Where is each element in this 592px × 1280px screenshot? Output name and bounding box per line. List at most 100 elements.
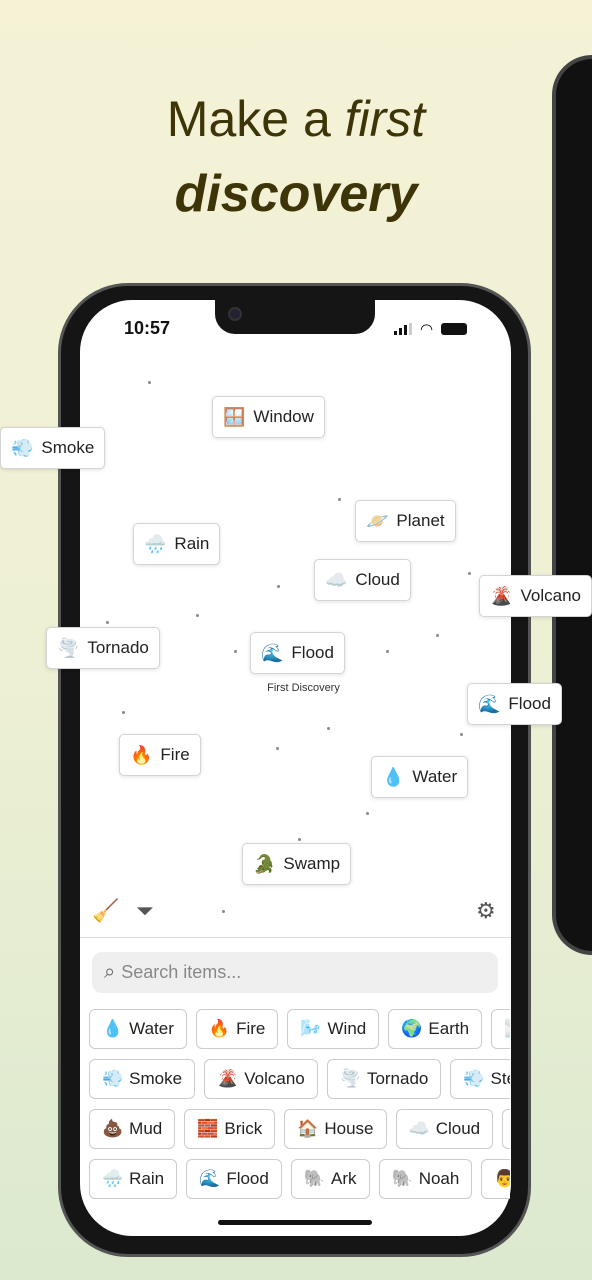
headline: Make a first discovery — [0, 88, 592, 225]
item-label: Rain — [174, 534, 210, 553]
item-emoji-icon: 🐘 — [303, 1169, 326, 1188]
inventory-item-planet[interactable]: 🪐Planet — [502, 1109, 510, 1149]
canvas-item-rain[interactable]: 🌧️ Rain — [133, 523, 221, 565]
item-emoji-icon: 💨 — [11, 437, 34, 458]
inventory-item-water[interactable]: 💧 Water — [89, 1009, 187, 1049]
canvas-dot — [196, 614, 199, 617]
canvas-item-flood[interactable]: 🌊 Flood — [467, 683, 562, 725]
item-emoji-icon: 🌋 — [490, 585, 513, 606]
inventory-item-ark[interactable]: 🐘 Ark — [290, 1159, 370, 1199]
item-emoji-icon: 🐊 — [253, 853, 276, 874]
item-label: Swamp — [283, 854, 341, 873]
inventory-item-noah[interactable]: 🐘 Noah — [378, 1159, 473, 1199]
item-emoji-icon: 🏠 — [297, 1119, 319, 1138]
item-emoji-icon: 💧 — [382, 766, 405, 787]
inventory-row: 💧 Water 🔥 Fire 🌬️ Wind 🌍 Earth 🌫️D — [89, 1009, 510, 1049]
inventory-item-rain[interactable]: 🌧️ Rain — [89, 1159, 178, 1199]
canvas-item-water[interactable]: 💧 Water — [371, 756, 469, 798]
inventory: 💧 Water 🔥 Fire 🌬️ Wind 🌍 Earth 🌫️D 💨 Smoke 🌋 Volcano… — [89, 1009, 510, 1209]
inventory-row: 💩 Mud 🧱 Brick 🏠 House ☁️ Cloud 🪐Planet — [89, 1109, 510, 1149]
item-label: Brick — [224, 1119, 263, 1138]
canvas-item-fire[interactable]: 🔥 Fire — [119, 734, 201, 776]
item-emoji-icon: 🔥 — [130, 744, 153, 765]
item-label: Mud — [129, 1119, 163, 1138]
status-time: 10:57 — [124, 318, 171, 338]
divider — [80, 937, 511, 938]
item-label: Ark — [331, 1169, 357, 1188]
item-label: Fire — [160, 745, 190, 764]
wifi-icon: ◠ — [420, 321, 434, 338]
inventory-item-wind[interactable]: 🌬️ Wind — [287, 1009, 380, 1049]
headline-bold: first — [344, 91, 426, 147]
first-discovery-label: First Discovery — [267, 682, 340, 694]
canvas-item-swamp[interactable]: 🐊 Swamp — [242, 843, 352, 885]
inventory-row: 💨 Smoke 🌋 Volcano 🌪️ Tornado 💨 Steam — [89, 1059, 510, 1099]
inventory-item-smoke[interactable]: 💨 Smoke — [89, 1059, 196, 1099]
canvas-dot — [276, 747, 279, 750]
camera — [228, 307, 242, 321]
item-label: Noah — [418, 1169, 460, 1188]
inventory-item-cloud[interactable]: ☁️ Cloud — [395, 1109, 494, 1149]
item-emoji-icon: 💨 — [463, 1069, 485, 1088]
canvas-item-flood[interactable]: 🌊 Flood — [250, 632, 345, 674]
item-label: Tornado — [87, 638, 149, 657]
item-label: Smoke — [129, 1069, 183, 1088]
canvas-dot — [436, 634, 439, 637]
item-label: Cloud — [355, 570, 400, 589]
canvas-item-window[interactable]: 🪟 Window — [212, 396, 325, 438]
item-emoji-icon: 🌪️ — [57, 637, 80, 658]
canvas-dot — [327, 727, 330, 730]
inventory-item-flood[interactable]: 🌊 Flood — [186, 1159, 282, 1199]
item-emoji-icon: 🌪️ — [339, 1069, 361, 1088]
canvas-dot — [460, 733, 463, 736]
inventory-item-steam[interactable]: 💨 Steam — [450, 1059, 510, 1099]
item-label: Rain — [129, 1169, 165, 1188]
inventory-item-tornado[interactable]: 🌪️ Tornado — [326, 1059, 442, 1099]
canvas-dot — [148, 381, 151, 384]
inventory-item-mud[interactable]: 💩 Mud — [89, 1109, 176, 1149]
search-placeholder: Search items... — [121, 962, 242, 982]
canvas-dot — [106, 621, 109, 624]
item-emoji-icon: 🌊 — [261, 642, 284, 663]
item-label: Flood — [291, 643, 334, 662]
item-emoji-icon: 🌋 — [217, 1069, 239, 1088]
canvas-item-cloud[interactable]: ☁️ Cloud — [314, 559, 411, 601]
inventory-item-house[interactable]: 🏠 House — [284, 1109, 387, 1149]
item-label: Window — [253, 407, 314, 426]
inventory-item-brick[interactable]: 🧱 Brick — [184, 1109, 276, 1149]
item-emoji-icon: 🌬️ — [300, 1019, 322, 1038]
item-emoji-icon: 🌍 — [401, 1019, 423, 1038]
inventory-item-adam[interactable]: 👨Adam — [481, 1159, 510, 1199]
item-emoji-icon: 🌫️ — [504, 1019, 510, 1039]
canvas-dot — [122, 711, 125, 714]
item-label: Flood — [226, 1169, 269, 1188]
inventory-row: 🌧️ Rain 🌊 Flood 🐘 Ark 🐘 Noah 👨Adam — [89, 1159, 510, 1199]
item-emoji-icon: 👨 — [494, 1169, 510, 1188]
item-label: Cloud — [435, 1119, 481, 1138]
canvas-item-smoke[interactable]: 💨 Smoke — [0, 427, 106, 469]
item-emoji-icon: 🪟 — [223, 406, 246, 427]
canvas-item-planet[interactable]: 🪐 Planet — [355, 500, 456, 542]
inventory-item-d[interactable]: 🌫️D — [491, 1009, 510, 1049]
canvas-dot — [234, 650, 237, 653]
item-emoji-icon: 🌊 — [478, 693, 501, 714]
item-label: Water — [129, 1019, 174, 1038]
inventory-item-fire[interactable]: 🔥 Fire — [195, 1009, 279, 1049]
canvas-dot — [277, 585, 280, 588]
canvas-item-volcano[interactable]: 🌋 Volcano — [479, 575, 592, 617]
search-input[interactable]: ⌕ Search items... — [92, 952, 498, 993]
inventory-item-volcano[interactable]: 🌋 Volcano — [204, 1059, 318, 1099]
home-indicator[interactable] — [218, 1220, 372, 1225]
inventory-item-earth[interactable]: 🌍 Earth — [388, 1009, 483, 1049]
item-emoji-icon: 🌧️ — [102, 1169, 124, 1188]
gear-icon[interactable]: ⚙ — [476, 898, 496, 924]
headline-line1: Make a — [166, 91, 345, 147]
status-icons: ◠ — [394, 320, 468, 338]
canvas-item-tornado[interactable]: 🌪️ Tornado — [46, 627, 160, 669]
item-label: Flood — [508, 694, 551, 713]
filter-icon[interactable]: ⏷ — [136, 898, 154, 924]
item-emoji-icon: 🧱 — [197, 1119, 219, 1138]
canvas-dot — [298, 838, 301, 841]
item-emoji-icon: ☁️ — [408, 1119, 430, 1138]
broom-icon[interactable]: 🧹 — [92, 898, 119, 924]
